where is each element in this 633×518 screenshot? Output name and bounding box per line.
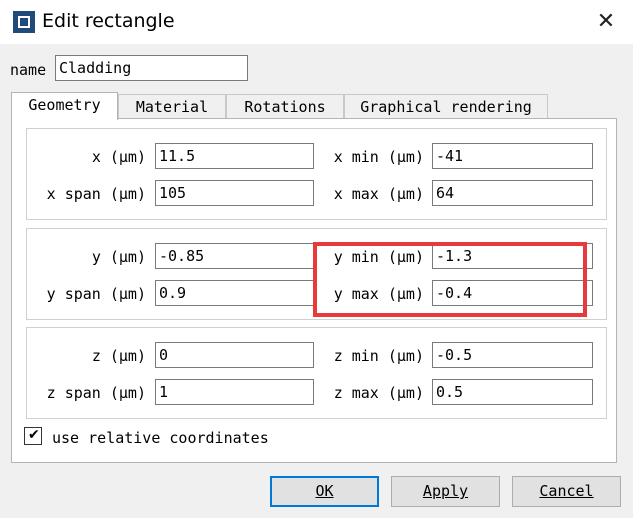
y-input[interactable]: -0.85 <box>155 243 314 269</box>
x-min-input[interactable]: -41 <box>432 143 593 169</box>
x-group <box>26 128 607 220</box>
z-group <box>26 327 607 419</box>
z-max-label: z max (μm) <box>333 384 424 402</box>
app-icon <box>13 11 35 33</box>
y-group <box>26 228 607 320</box>
z-max-input[interactable]: 0.5 <box>432 379 593 405</box>
x-label: x (μm) <box>91 148 146 166</box>
title-bar: Edit rectangle ✕ <box>0 0 633 44</box>
z-input[interactable]: 0 <box>155 342 314 368</box>
checkmark-icon: ✔ <box>28 427 40 443</box>
y-min-input[interactable]: -1.3 <box>432 243 593 269</box>
x-span-label: x span (μm) <box>46 185 146 203</box>
y-max-label: y max (μm) <box>333 285 424 303</box>
x-min-label: x min (μm) <box>333 148 424 166</box>
z-span-input[interactable]: 1 <box>155 379 314 405</box>
x-max-label: x max (μm) <box>333 185 424 203</box>
z-span-label: z span (μm) <box>46 384 146 402</box>
z-min-label: z min (μm) <box>333 347 424 365</box>
z-min-input[interactable]: -0.5 <box>432 342 593 368</box>
relative-coordinates-checkbox[interactable]: ✔ <box>24 427 42 445</box>
ok-button[interactable]: OK <box>270 476 379 507</box>
y-label: y (μm) <box>91 248 146 266</box>
y-min-label: y min (μm) <box>333 248 424 266</box>
cancel-button[interactable]: Cancel <box>512 476 621 507</box>
x-max-input[interactable]: 64 <box>432 180 593 206</box>
name-label: name <box>10 61 47 79</box>
close-icon[interactable]: ✕ <box>588 6 624 38</box>
tab-rotations[interactable]: Rotations <box>226 94 344 118</box>
z-label: z (μm) <box>91 347 146 365</box>
apply-button[interactable]: Apply <box>391 476 500 507</box>
relative-coordinates-label[interactable]: use relative coordinates <box>52 429 269 447</box>
x-span-input[interactable]: 105 <box>155 180 314 206</box>
y-max-input[interactable]: -0.4 <box>432 280 593 306</box>
y-span-input[interactable]: 0.9 <box>155 280 314 306</box>
y-span-label: y span (μm) <box>46 285 146 303</box>
window-title: Edit rectangle <box>42 10 175 32</box>
tab-geometry[interactable]: Geometry <box>11 92 118 120</box>
tab-graphical-rendering[interactable]: Graphical rendering <box>344 94 548 118</box>
name-input[interactable]: Cladding <box>55 55 248 81</box>
x-input[interactable]: 11.5 <box>155 143 314 169</box>
tab-material[interactable]: Material <box>118 94 226 118</box>
